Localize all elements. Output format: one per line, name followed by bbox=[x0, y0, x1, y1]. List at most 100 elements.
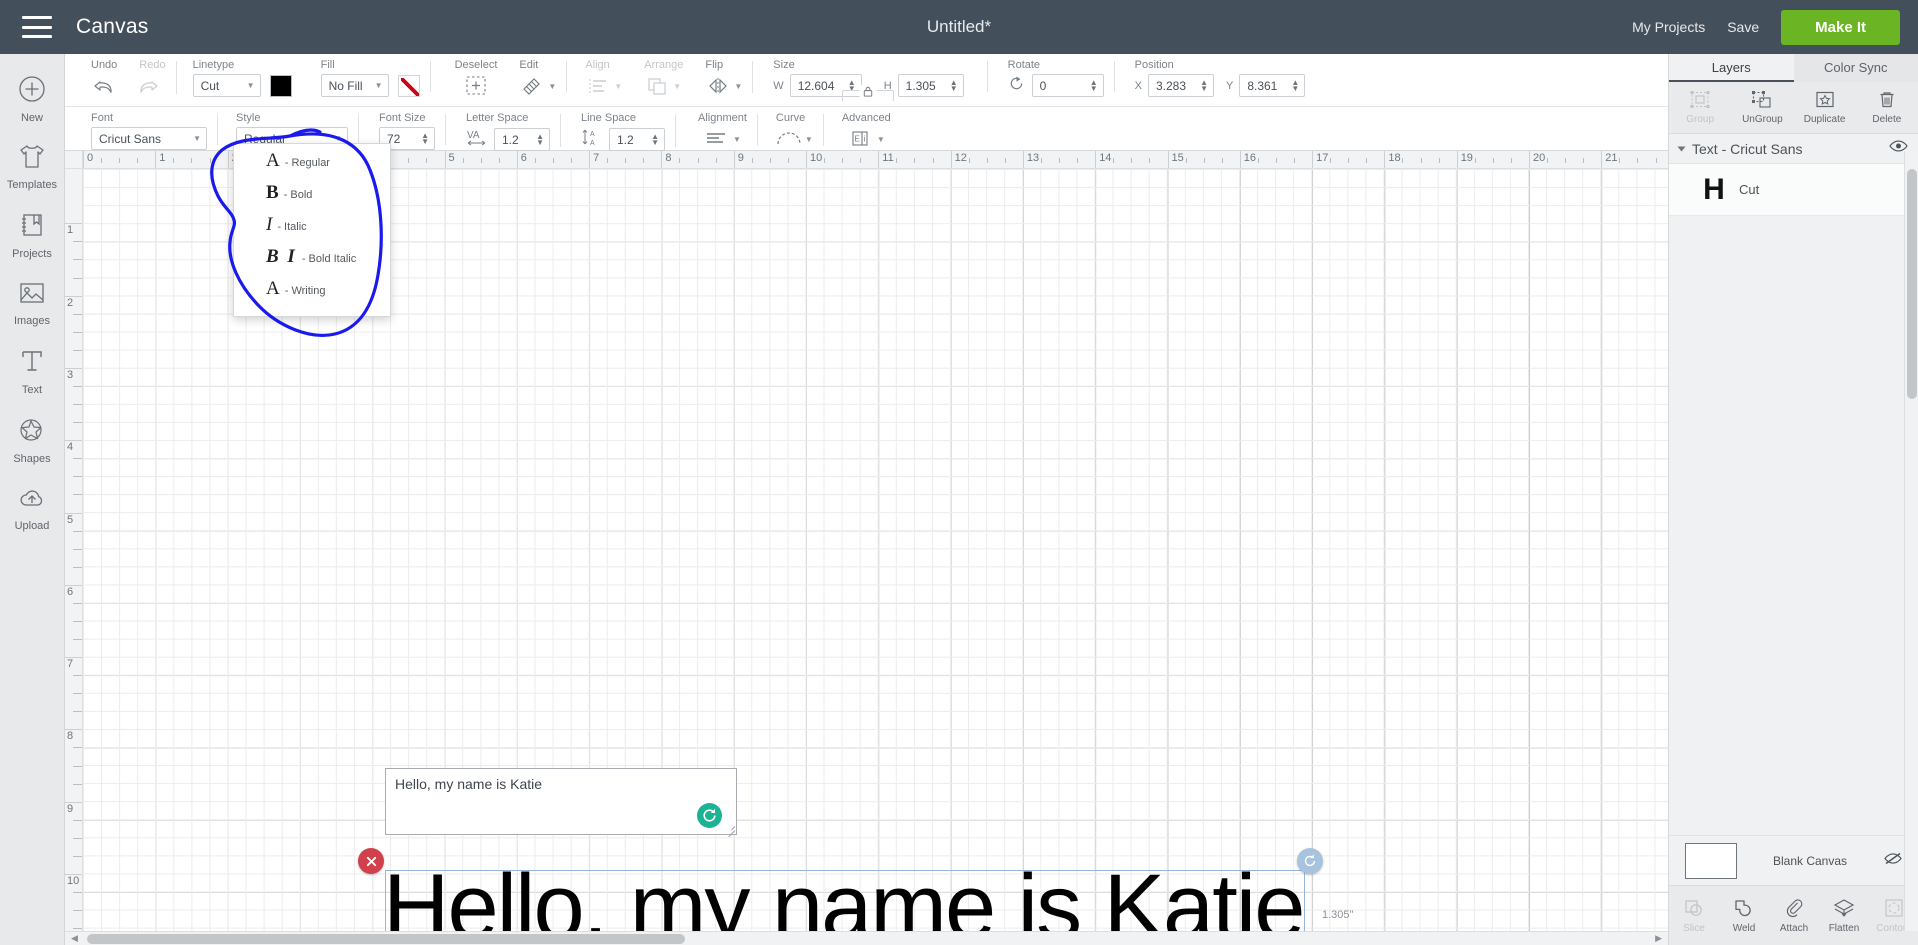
eye-slash-icon[interactable] bbox=[1883, 851, 1903, 871]
vertical-scrollbar[interactable] bbox=[1904, 151, 1918, 931]
my-projects-link[interactable]: My Projects bbox=[1632, 19, 1705, 35]
letter-space-stepper[interactable]: ▲ ▼ bbox=[533, 132, 547, 146]
ruler-tick-minor bbox=[787, 158, 789, 163]
ruler-tick-minor bbox=[715, 158, 717, 163]
text-edit-input[interactable] bbox=[386, 769, 736, 799]
align-button bbox=[585, 74, 611, 98]
horizontal-scrollbar[interactable]: ◀ ▶ bbox=[65, 931, 1668, 945]
size-height-stepper[interactable]: ▲ ▼ bbox=[947, 78, 961, 92]
deselect-button[interactable] bbox=[463, 74, 489, 98]
style-dropdown-menu[interactable]: A - Regular B - Bold I - Italic B I - Bo… bbox=[233, 143, 391, 317]
ruler-tick-minor bbox=[932, 158, 934, 163]
tab-layers[interactable]: Layers bbox=[1669, 54, 1794, 82]
tab-color-sync[interactable]: Color Sync bbox=[1794, 54, 1918, 82]
attach-button[interactable]: Attach bbox=[1769, 886, 1819, 945]
rotate-handle[interactable] bbox=[1297, 848, 1323, 874]
ruler-tick-minor bbox=[173, 158, 175, 163]
ruler-tick-major bbox=[227, 151, 229, 168]
text-edit-box[interactable] bbox=[385, 768, 737, 835]
ruler-label: 16 bbox=[1243, 152, 1257, 164]
ruler-tick-minor bbox=[1492, 158, 1494, 163]
font-select[interactable]: Cricut Sans ▼ bbox=[91, 127, 207, 150]
ruler-label: 8 bbox=[665, 152, 672, 164]
curve-button[interactable] bbox=[776, 127, 802, 151]
style-option-regular[interactable]: A - Regular bbox=[234, 150, 390, 182]
chevron-down-icon[interactable]: ▼ bbox=[733, 135, 741, 144]
chevron-down-icon[interactable]: ▼ bbox=[805, 135, 813, 144]
chevron-down-icon[interactable]: ▼ bbox=[548, 82, 556, 91]
position-y-stepper[interactable]: ▲ ▼ bbox=[1288, 78, 1302, 92]
font-size-stepper[interactable]: ▲ ▼ bbox=[418, 131, 432, 145]
style-option-italic[interactable]: I - Italic bbox=[234, 214, 390, 246]
edit-button[interactable] bbox=[519, 74, 545, 98]
style-option-writing[interactable]: A - Writing bbox=[234, 278, 390, 310]
make-it-button[interactable]: Make It bbox=[1781, 9, 1900, 45]
hamburger-menu-icon[interactable] bbox=[22, 16, 52, 38]
ruler-label: 11 bbox=[882, 152, 894, 164]
sidebar-item-templates[interactable]: Templates bbox=[0, 133, 65, 200]
size-height-field[interactable]: 1.305 ▲ ▼ bbox=[897, 74, 964, 97]
style-option-bold[interactable]: B - Bold bbox=[234, 182, 390, 214]
scroll-right-arrow[interactable]: ▶ bbox=[1655, 933, 1662, 944]
save-button[interactable]: Save bbox=[1727, 19, 1759, 35]
sidebar-item-new[interactable]: New bbox=[0, 64, 65, 133]
ruler-tick-minor bbox=[1637, 158, 1639, 163]
delete-button[interactable]: Delete bbox=[1856, 82, 1918, 133]
position-y-field[interactable]: 8.361 ▲ ▼ bbox=[1239, 74, 1306, 97]
textbox-resize-grip[interactable] bbox=[725, 823, 735, 833]
chevron-down-icon: ▼ bbox=[673, 81, 682, 91]
delete-x-handle[interactable] bbox=[358, 848, 384, 874]
linetype-select[interactable]: Cut ▼ bbox=[192, 74, 261, 97]
fill-group: Fill No Fill ▼ bbox=[303, 54, 431, 97]
layer-group-header[interactable]: Text - Cricut Sans bbox=[1669, 134, 1918, 164]
right-panel-tabs: Layers Color Sync bbox=[1669, 54, 1918, 82]
duplicate-button[interactable]: Duplicate bbox=[1794, 82, 1856, 133]
ruler-tick-major bbox=[661, 151, 663, 168]
ruler-tick-minor bbox=[986, 158, 988, 163]
letter-space-field[interactable]: 1.2 ▲ ▼ bbox=[494, 128, 550, 151]
undo-button[interactable] bbox=[91, 75, 117, 99]
ungroup-button[interactable]: UnGroup bbox=[1731, 82, 1793, 133]
svg-text:VA: VA bbox=[467, 130, 480, 141]
alignment-button[interactable] bbox=[704, 127, 730, 151]
refresh-circle-icon[interactable] bbox=[697, 803, 722, 828]
sidebar-item-text[interactable]: Text bbox=[0, 336, 65, 405]
no-fill-swatch[interactable] bbox=[397, 74, 420, 97]
advanced-button[interactable]: Ei bbox=[848, 127, 874, 151]
group-icon bbox=[1689, 90, 1711, 113]
chevron-down-icon[interactable]: ▼ bbox=[877, 135, 885, 144]
style-option-label: - Italic bbox=[277, 221, 307, 233]
ruler-tick-minor bbox=[1257, 158, 1259, 163]
flip-button[interactable] bbox=[705, 74, 731, 98]
horizontal-scroll-thumb[interactable] bbox=[87, 934, 685, 944]
vertical-scroll-thumb[interactable] bbox=[1907, 169, 1917, 399]
ruler-tick-minor bbox=[625, 158, 627, 163]
ruler-label: 12 bbox=[954, 152, 967, 164]
style-option-bold-italic[interactable]: B I - Bold Italic bbox=[234, 246, 390, 278]
chevron-down-icon[interactable] bbox=[1677, 146, 1686, 151]
line-space-field[interactable]: 1.2 ▲ ▼ bbox=[609, 128, 665, 151]
sidebar-item-upload[interactable]: Upload bbox=[0, 474, 65, 541]
linetype-color-swatch[interactable] bbox=[269, 74, 292, 97]
line-space-stepper[interactable]: ▲ ▼ bbox=[648, 132, 662, 146]
scroll-left-arrow[interactable]: ◀ bbox=[71, 933, 78, 944]
ruler-tick-major bbox=[733, 151, 735, 168]
rotate-field[interactable]: 0 ▲ ▼ bbox=[1031, 74, 1104, 97]
blank-canvas-row[interactable]: Blank Canvas bbox=[1669, 835, 1918, 885]
ruler-tick-minor bbox=[1402, 158, 1404, 163]
weld-button[interactable]: Weld bbox=[1719, 886, 1769, 945]
chevron-down-icon[interactable]: ▼ bbox=[734, 82, 742, 91]
lock-icon[interactable] bbox=[859, 85, 877, 103]
sidebar-item-projects[interactable]: Projects bbox=[0, 200, 65, 269]
flatten-button[interactable]: Flatten bbox=[1819, 886, 1869, 945]
ruler-label: 10 bbox=[67, 875, 80, 887]
sidebar-item-images[interactable]: Images bbox=[0, 269, 65, 336]
ruler-tick-minor bbox=[462, 158, 464, 163]
position-x-stepper[interactable]: ▲ ▼ bbox=[1197, 78, 1211, 92]
position-x-field[interactable]: 3.283 ▲ ▼ bbox=[1147, 74, 1214, 97]
rotate-stepper[interactable]: ▲ ▼ bbox=[1087, 78, 1101, 92]
fill-select[interactable]: No Fill ▼ bbox=[320, 74, 389, 97]
layer-row[interactable]: H Cut bbox=[1669, 164, 1918, 216]
sidebar-item-shapes[interactable]: Shapes bbox=[0, 405, 65, 474]
ruler-label: 1 bbox=[67, 224, 74, 237]
